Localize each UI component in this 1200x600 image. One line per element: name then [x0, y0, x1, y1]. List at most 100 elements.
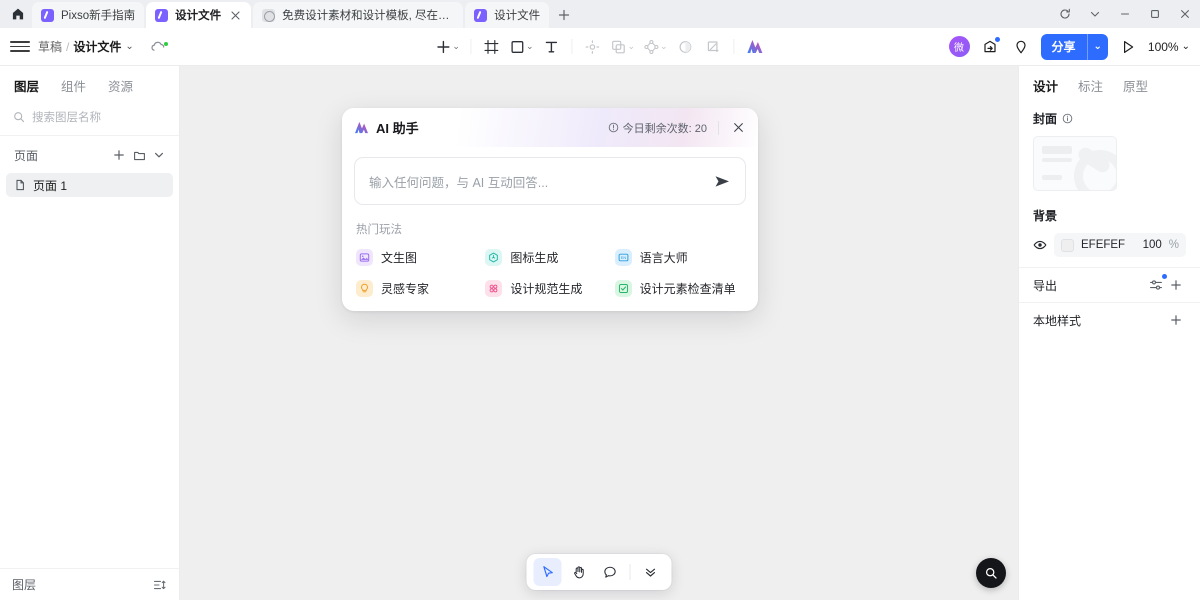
pages-collapse-chevron-down-icon[interactable] — [149, 145, 169, 165]
tab-layers[interactable]: 图层 — [14, 76, 39, 95]
close-icon[interactable] — [1170, 0, 1200, 28]
vector-tool[interactable] — [580, 33, 606, 61]
add-export-plus-icon[interactable] — [1166, 275, 1186, 295]
comment-pin-icon[interactable] — [1010, 36, 1032, 58]
new-tab-button[interactable] — [551, 2, 577, 28]
send-arrow-icon[interactable] — [714, 174, 731, 189]
close-icon[interactable] — [730, 120, 746, 136]
background-color-row: EFEFEF 100 % — [1033, 233, 1186, 257]
zoom-control[interactable]: 100% ⌄ — [1148, 40, 1190, 54]
hand-icon[interactable] — [565, 558, 593, 586]
image-icon — [356, 249, 373, 266]
reload-icon[interactable] — [1050, 0, 1080, 28]
text-tool[interactable] — [539, 33, 565, 61]
breadcrumb-current[interactable]: 设计文件 — [73, 38, 121, 55]
tab-prototype[interactable]: 原型 — [1123, 76, 1148, 95]
add-local-style-plus-icon[interactable] — [1166, 310, 1186, 330]
ai-hot-section: 热门玩法 文生图 图标生成 EN 语言大师 灵感专家 设计规范生成 设计元素检查… — [342, 205, 758, 311]
ai-hot-item-design-spec[interactable]: 设计规范生成 — [485, 280, 614, 297]
add-tool[interactable]: ⌄ — [432, 33, 463, 61]
local-styles-section: 本地样式 — [1019, 302, 1200, 337]
ai-input-wrapper: 输入任何问题，与 AI 互动回答... — [342, 147, 758, 205]
ai-panel-header: AI 助手 今日剩余次数: 20 — [342, 108, 758, 147]
tab-close-icon[interactable] — [228, 8, 242, 22]
ai-tool[interactable] — [742, 33, 768, 61]
browser-tab-title: 免费设计素材和设计模板, 尽在Pixso资源社区 — [282, 10, 454, 22]
ai-prompt-input[interactable]: 输入任何问题，与 AI 互动回答... — [354, 157, 746, 205]
pages-section-title: 页面 — [14, 148, 39, 163]
search-fab-button[interactable] — [976, 558, 1006, 588]
chevrons-down-icon[interactable] — [637, 558, 665, 586]
cover-thumbnail[interactable] — [1033, 136, 1117, 191]
ai-hot-item-language-master[interactable]: EN 语言大师 — [614, 249, 744, 266]
globe-icon — [262, 8, 276, 22]
ai-hot-item-icon-generation[interactable]: 图标生成 — [485, 249, 614, 266]
sort-options-icon[interactable] — [153, 578, 167, 592]
zoom-chevron-down-icon: ⌄ — [1181, 41, 1190, 52]
browser-tab-0[interactable]: Pixso新手指南 — [32, 2, 145, 28]
page-file-icon — [14, 179, 26, 191]
info-circle-icon[interactable] — [608, 122, 619, 133]
share-chevron-down-icon[interactable]: ⌄ — [1086, 33, 1108, 60]
sliders-icon[interactable] — [1146, 274, 1167, 295]
home-icon[interactable] — [4, 0, 32, 28]
ai-hot-item-label: 图标生成 — [510, 251, 559, 265]
background-color-field[interactable]: EFEFEF 100 % — [1054, 233, 1186, 257]
eye-icon[interactable] — [1033, 238, 1047, 252]
background-opacity-value[interactable]: 100 — [1143, 239, 1162, 251]
layers-footer-label: 图层 — [12, 578, 37, 592]
breadcrumb-parent[interactable]: 草稿 — [38, 38, 62, 55]
toolbar-divider — [469, 39, 471, 54]
add-page-plus-icon[interactable] — [109, 145, 129, 165]
breadcrumb-separator: / — [66, 39, 70, 54]
mask-tool[interactable] — [673, 33, 699, 61]
share-button-label: 分享 — [1051, 40, 1076, 54]
tab-annotation[interactable]: 标注 — [1078, 76, 1103, 95]
tab-resources[interactable]: 资源 — [108, 76, 133, 95]
browser-tab-2[interactable]: 免费设计素材和设计模板, 尽在Pixso资源社区 — [253, 2, 464, 28]
tab-components[interactable]: 组件 — [61, 76, 86, 95]
cursor-icon[interactable] — [533, 558, 562, 586]
export-share-icon[interactable] — [979, 36, 1001, 58]
search-icon — [13, 111, 25, 123]
hamburger-icon[interactable] — [10, 37, 30, 57]
ai-hot-item-label: 设计元素检查清单 — [639, 282, 736, 296]
maximize-icon[interactable] — [1140, 0, 1170, 28]
shape-tool[interactable]: ⌄ — [506, 33, 537, 61]
pixso-icon — [155, 8, 169, 22]
window-controls — [1050, 0, 1200, 28]
svg-text:EN: EN — [620, 255, 626, 260]
background-hex-value[interactable]: EFEFEF — [1081, 239, 1136, 251]
plugin-tool[interactable]: ⌄ — [640, 33, 671, 61]
minimize-icon[interactable] — [1110, 0, 1140, 28]
browser-tab-3[interactable]: 设计文件 — [465, 2, 550, 28]
pages-section-header: 页面 — [0, 136, 179, 172]
share-button[interactable]: 分享 ⌄ — [1040, 33, 1108, 60]
color-swatch[interactable] — [1061, 238, 1074, 252]
component-tool[interactable]: ⌄ — [608, 33, 639, 61]
page-list-item[interactable]: 页面 1 — [6, 173, 173, 197]
ai-hot-item-label: 设计规范生成 — [510, 282, 583, 296]
design-canvas[interactable]: AI 助手 今日剩余次数: 20 输入任何问题，与 AI 互动回答... 热门玩… — [180, 66, 1018, 600]
play-icon[interactable] — [1117, 36, 1139, 58]
info-circle-icon[interactable] — [1062, 113, 1073, 124]
ai-hot-item-text-to-image[interactable]: 文生图 — [356, 249, 485, 266]
pixso-app-window: Pixso新手指南 设计文件 免费设计素材和设计模板, 尽在Pixso资源社区 … — [0, 0, 1200, 600]
search-layers-input[interactable]: 搜索图层名称 — [0, 103, 179, 136]
ai-hot-item-inspiration-expert[interactable]: 灵感专家 — [356, 280, 485, 297]
tab-design[interactable]: 设计 — [1033, 76, 1058, 95]
new-folder-icon[interactable] — [129, 145, 149, 165]
frame-tool[interactable] — [478, 33, 504, 61]
background-section: 背景 EFEFEF 100 % — [1019, 201, 1200, 267]
page-list-item-label: 页面 1 — [33, 178, 68, 193]
browser-tab-1[interactable]: 设计文件 — [146, 2, 252, 28]
thumb-bar — [1042, 175, 1062, 180]
breadcrumb-chevron-down-icon[interactable]: ⌄ — [125, 41, 133, 52]
ai-hot-item-element-checklist[interactable]: 设计元素检查清单 — [614, 280, 744, 297]
slice-tool[interactable] — [701, 33, 727, 61]
right-panel-tabs: 设计 标注 原型 — [1019, 66, 1200, 104]
avatar[interactable]: 微 — [948, 36, 970, 57]
chevron-down-icon[interactable] — [1080, 0, 1110, 28]
ai-hot-grid: 文生图 图标生成 EN 语言大师 灵感专家 设计规范生成 设计元素检查清单 — [356, 249, 744, 297]
comment-bubble-icon[interactable] — [596, 558, 624, 586]
